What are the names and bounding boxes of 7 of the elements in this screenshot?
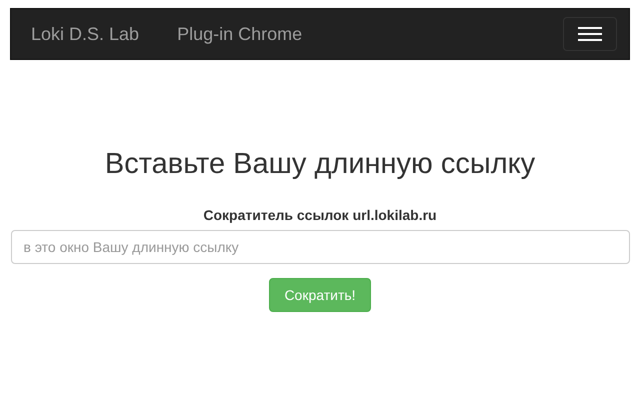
form-label: Сократитель ссылок url.lokilab.ru <box>203 207 437 223</box>
menu-button[interactable] <box>563 17 617 51</box>
page-heading: Вставьте Вашу длинную ссылку <box>104 148 536 181</box>
menu-icon <box>578 26 602 42</box>
nav-link[interactable]: Plug-in Chrome <box>177 24 302 44</box>
url-input-field[interactable]: в это окно Вашу длинную ссылку <box>10 230 630 264</box>
brand-link[interactable]: Loki D.S. Lab <box>31 24 140 44</box>
